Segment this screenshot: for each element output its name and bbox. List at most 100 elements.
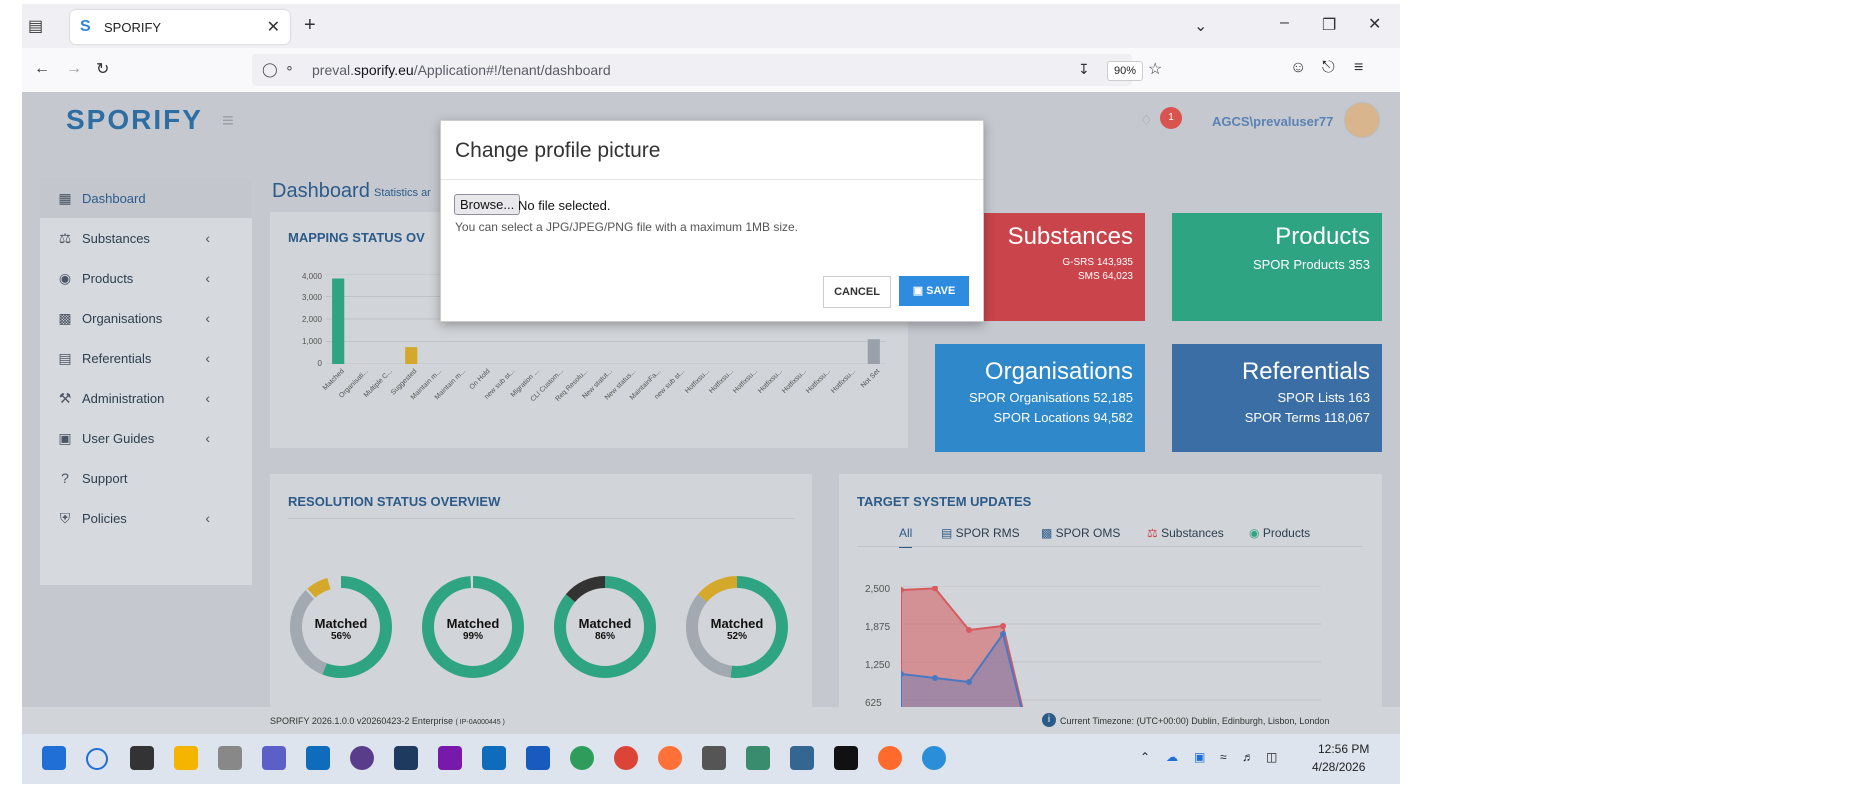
search-icon[interactable] xyxy=(86,748,108,770)
edge-icon[interactable] xyxy=(570,746,594,770)
y-tick: 3,000 xyxy=(301,293,322,302)
outlook-icon[interactable] xyxy=(306,746,330,770)
onedrive-icon[interactable]: ☁ xyxy=(1166,750,1178,764)
sidebar-item-dashboard[interactable]: ▦ Dashboard xyxy=(40,178,252,218)
page-title: Dashboard xyxy=(272,180,370,202)
hamburger-icon[interactable]: ≡ xyxy=(222,110,234,133)
github-icon[interactable] xyxy=(350,746,374,770)
tab-spor-oms[interactable]: ▩ SPOR OMS xyxy=(1041,526,1120,540)
data-point[interactable] xyxy=(966,679,972,685)
minimize-icon[interactable]: – xyxy=(1280,14,1289,32)
tab-spor-rms[interactable]: ▤ SPOR RMS xyxy=(941,526,1020,540)
sidebar-item-products[interactable]: ◉ Products ‹ xyxy=(40,258,252,298)
notification-badge[interactable]: 1 xyxy=(1160,107,1182,129)
windows-start-icon[interactable] xyxy=(42,746,66,770)
onenote-icon[interactable] xyxy=(438,746,462,770)
list-icon: ▤ xyxy=(58,349,72,366)
star-icon[interactable]: ☆ xyxy=(1148,59,1162,79)
data-point[interactable] xyxy=(1000,623,1006,629)
calculator-icon[interactable] xyxy=(702,746,726,770)
shield-icon[interactable]: ◯ xyxy=(262,61,278,78)
tab-sporify[interactable]: S SPORIFY ✕ xyxy=(70,10,290,44)
tile-line: SMS 64,023 xyxy=(1077,271,1133,282)
tile-title: Products xyxy=(1275,223,1370,250)
clock-time[interactable]: 12:56 PM xyxy=(1318,742,1369,756)
firefox-icon[interactable] xyxy=(658,746,682,770)
cancel-button[interactable]: CANCEL xyxy=(823,276,891,308)
tool-icon[interactable] xyxy=(746,746,770,770)
sidebar-item-administration[interactable]: ⚒ Administration ‹ xyxy=(40,378,252,418)
dialog-title: Change profile picture xyxy=(455,139,661,162)
donut-label: Matched 99% xyxy=(446,616,500,642)
tab-all[interactable]: All xyxy=(899,526,913,548)
snipping-tool-icon[interactable] xyxy=(218,746,242,770)
divider xyxy=(857,546,1363,547)
tile-organisations[interactable]: Organisations SPOR Organisations 52,185 … xyxy=(935,344,1145,452)
sidebar-item-support[interactable]: ? Support xyxy=(40,458,252,498)
task-view-icon[interactable] xyxy=(130,746,154,770)
new-tab-icon[interactable]: + xyxy=(304,14,316,37)
mapping-bar[interactable] xyxy=(332,278,345,365)
sidebar-item-user-guides[interactable]: ▣ User Guides ‹ xyxy=(40,418,252,458)
tab-close-icon[interactable]: ✕ xyxy=(267,17,280,37)
tab-products[interactable]: ◉ Products xyxy=(1249,526,1310,540)
back-icon[interactable]: ← xyxy=(34,60,50,78)
forward-icon[interactable]: → xyxy=(66,60,82,78)
browse-button[interactable]: Browse... xyxy=(454,194,521,215)
download-icon[interactable]: ↧ xyxy=(1078,61,1090,78)
avatar[interactable] xyxy=(1344,102,1380,138)
notepad-icon[interactable] xyxy=(482,746,506,770)
zoom-level[interactable]: 90% xyxy=(1107,61,1143,81)
app-tray-icon[interactable]: ▣ xyxy=(1194,750,1205,764)
account-icon[interactable]: ☺ xyxy=(1290,59,1306,77)
tile-referentials[interactable]: Referentials SPOR Lists 163 SPOR Terms 1… xyxy=(1172,344,1382,452)
data-point[interactable] xyxy=(966,627,972,633)
chevron-left-icon: ‹ xyxy=(205,390,210,406)
intellij-icon[interactable] xyxy=(834,746,858,770)
window-close-icon[interactable]: ✕ xyxy=(1368,14,1381,34)
battery-icon[interactable]: ◫ xyxy=(1266,750,1277,764)
chevron-up-icon[interactable]: ⌃ xyxy=(1140,750,1150,764)
tab-list-icon[interactable]: ▤ xyxy=(28,16,43,36)
teams-icon[interactable] xyxy=(262,746,286,770)
menu-icon[interactable]: ≡ xyxy=(1354,59,1363,77)
volume-icon[interactable]: ♬ xyxy=(1242,750,1254,764)
clock-date[interactable]: 4/28/2026 xyxy=(1312,760,1365,774)
sidebar-item-referentials[interactable]: ▤ Referentials ‹ xyxy=(40,338,252,378)
panel-title: MAPPING STATUS OV xyxy=(288,230,425,245)
sidebar-item-organisations[interactable]: ▩ Organisations ‹ xyxy=(40,298,252,338)
chevron-down-icon[interactable]: ⌄ xyxy=(1194,16,1207,36)
bell-icon[interactable]: ♢ xyxy=(1140,112,1153,129)
brand-logo[interactable]: SPORIFY xyxy=(66,104,203,136)
sidebar-item-substances[interactable]: ⚖ Substances ‹ xyxy=(40,218,252,258)
sidebar-item-policies[interactable]: ⛨ Policies ‹ xyxy=(40,498,252,538)
chrome-icon[interactable] xyxy=(614,746,638,770)
tab-substances[interactable]: ⚖ Substances xyxy=(1147,526,1224,540)
postgres-icon[interactable] xyxy=(790,746,814,770)
file-explorer-icon[interactable] xyxy=(174,746,198,770)
mapping-bar[interactable] xyxy=(405,347,418,364)
tile-title: Substances xyxy=(1007,223,1133,250)
panel-title: RESOLUTION STATUS OVERVIEW xyxy=(288,494,501,509)
username[interactable]: AGCS\prevaluser77 xyxy=(1212,114,1333,129)
industry-icon: ▩ xyxy=(1041,526,1056,540)
postman-icon[interactable] xyxy=(878,746,902,770)
restore-icon[interactable]: ❐ xyxy=(1322,15,1336,35)
y-tick: 2,500 xyxy=(865,584,891,595)
url-bar[interactable]: ◯ ⚬ preval.sporify.eu/Application#!/tena… xyxy=(252,54,1162,86)
key-icon[interactable]: ⚬ xyxy=(284,61,295,77)
tile-products[interactable]: Products SPOR Products 353 xyxy=(1172,213,1382,321)
tile-title: Referentials xyxy=(1241,358,1370,385)
word-icon[interactable] xyxy=(526,746,550,770)
wifi-icon[interactable]: ≈ xyxy=(1220,750,1227,764)
data-point[interactable] xyxy=(1000,631,1006,637)
browser-window: ▤ S SPORIFY ✕ + ⌄ – ❐ ✕ ← → ↻ ◯ ⚬ preval… xyxy=(22,4,1400,734)
mapping-bar[interactable] xyxy=(867,339,880,364)
browser-icon[interactable] xyxy=(922,746,946,770)
navigation-bar: ← → ↻ ◯ ⚬ preval.sporify.eu/Application#… xyxy=(22,48,1400,93)
reload-icon[interactable]: ↻ xyxy=(96,59,109,79)
data-point[interactable] xyxy=(932,675,938,681)
app-icon[interactable] xyxy=(394,746,418,770)
extensions-icon[interactable]: ⎋ xyxy=(1322,59,1335,77)
save-button[interactable]: ▣ SAVE xyxy=(899,276,969,306)
